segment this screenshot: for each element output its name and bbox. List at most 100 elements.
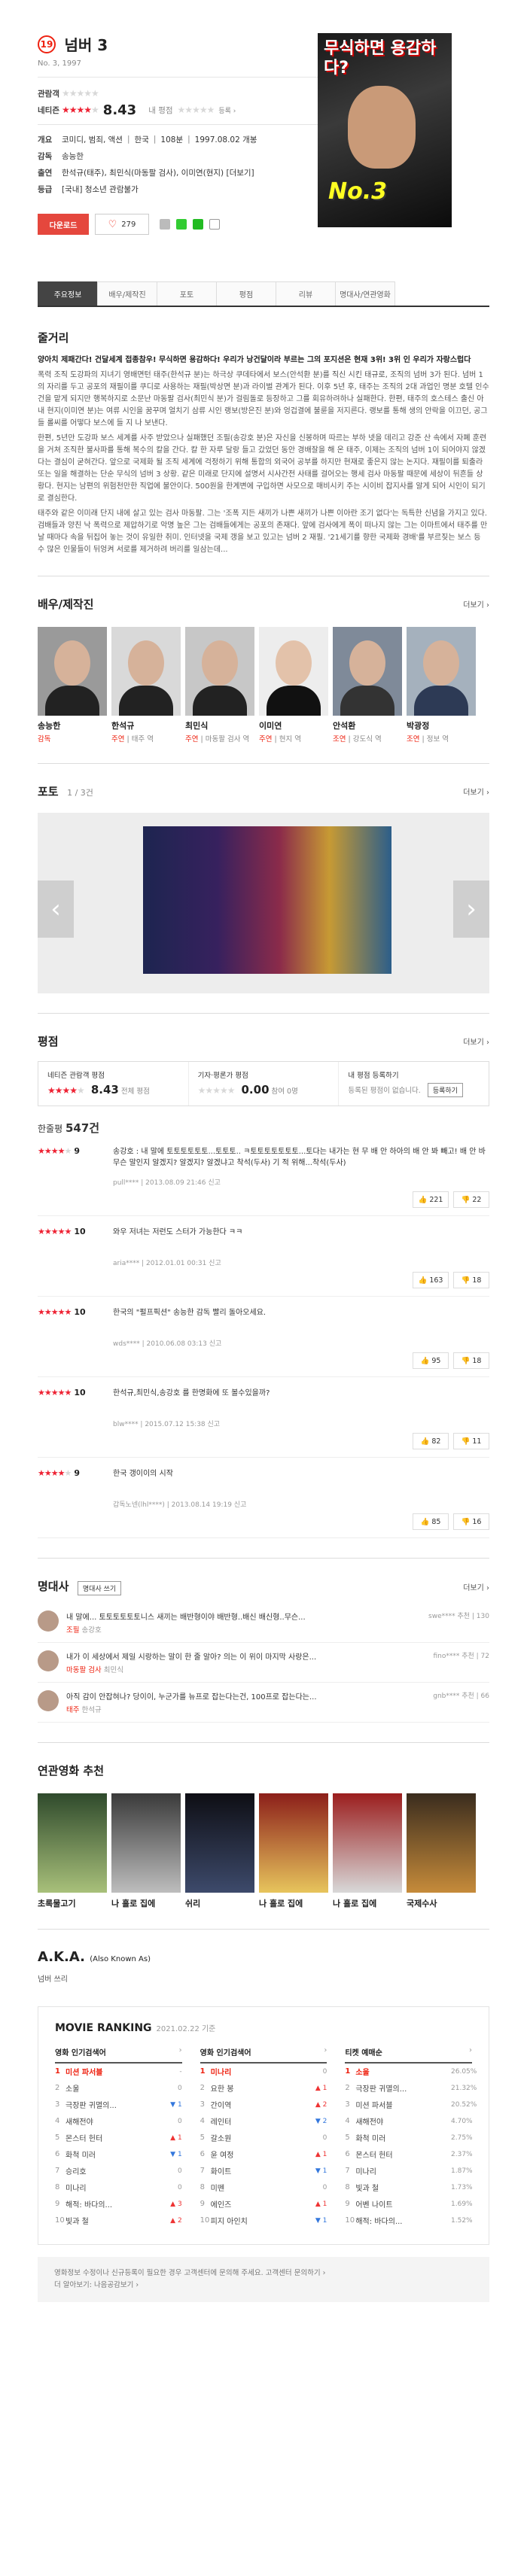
rank-title[interactable]: 화척 미러: [65, 2149, 161, 2160]
quote-actor[interactable]: 한석규: [82, 1706, 102, 1714]
ranking-column-heading[interactable]: 영화 인기검색어 ›: [200, 2046, 327, 2064]
dislike-review-button[interactable]: 👎 18: [453, 1352, 489, 1369]
cast-card[interactable]: 송능한 감독: [38, 627, 107, 744]
ranking-item[interactable]: 3 미션 파서블 20.52%: [345, 2097, 477, 2113]
related-movie-card[interactable]: 나 홀로 집에: [111, 1793, 181, 1909]
rank-title[interactable]: 승리호: [65, 2165, 161, 2176]
related-movie-title[interactable]: 초록물고기: [38, 1897, 107, 1909]
person-name[interactable]: 최민식: [185, 719, 254, 731]
ranking-item[interactable]: 6 윤 여정 ▲ 1: [200, 2146, 327, 2163]
rank-title[interactable]: 갈소원: [211, 2132, 306, 2143]
like-review-button[interactable]: 👍 82: [413, 1433, 449, 1449]
rank-title[interactable]: 윤 여정: [211, 2149, 306, 2160]
rank-title[interactable]: 빛과 철: [355, 2182, 451, 2193]
review-more-link[interactable]: 더보기 ›: [463, 1036, 489, 1047]
ranking-item[interactable]: 6 화척 미러 ▼ 1: [55, 2146, 182, 2163]
related-movie-title[interactable]: 나 홀로 집에: [111, 1897, 181, 1909]
rank-title[interactable]: 미나리: [355, 2165, 451, 2176]
quote-actor[interactable]: 송강호: [82, 1626, 102, 1635]
like-review-button[interactable]: 👍 95: [413, 1352, 449, 1369]
rank-title[interactable]: 어벤 나이트: [355, 2198, 451, 2210]
related-movie-card[interactable]: 나 홀로 집에: [333, 1793, 402, 1909]
chevron-right-icon[interactable]: ›: [469, 2046, 472, 2054]
ranking-item[interactable]: 7 화이트 ▼ 1: [200, 2163, 327, 2179]
ranking-item[interactable]: 4 새해전야 0: [55, 2113, 182, 2130]
related-poster[interactable]: [185, 1793, 254, 1893]
chevron-right-icon[interactable]: ›: [179, 2046, 182, 2054]
rank-title[interactable]: 빛과 철: [65, 2215, 161, 2226]
ranking-item[interactable]: 3 간이역 ▲ 2: [200, 2097, 327, 2113]
tab-rating[interactable]: 평점: [216, 281, 276, 306]
rank-title[interactable]: 미션 파서블: [65, 2066, 161, 2077]
genre[interactable]: 코미디, 범죄, 액션: [62, 134, 123, 145]
rank-title[interactable]: 간이역: [211, 2099, 306, 2110]
rank-title[interactable]: 미나리: [65, 2182, 161, 2193]
tab-quotes[interactable]: 명대사/연관영화: [335, 281, 395, 306]
cast-card[interactable]: 이미연 주연 | 현지 역: [259, 627, 328, 744]
related-movie-title[interactable]: 쉬리: [185, 1897, 254, 1909]
still-photo[interactable]: [143, 826, 391, 974]
my-rating-stars[interactable]: ★★★★★: [178, 105, 215, 115]
ranking-item[interactable]: 8 빛과 철 1.73%: [345, 2179, 472, 2196]
cast-more-link[interactable]: 더보기 ›: [463, 598, 489, 610]
ranking-item[interactable]: 4 새해전야 4.70%: [345, 2113, 472, 2130]
rank-title[interactable]: 피지 아인치: [211, 2215, 306, 2226]
rank-title[interactable]: 미션 파서블: [355, 2099, 451, 2110]
person-name[interactable]: 한석규: [111, 719, 181, 731]
rank-title[interactable]: 레인터: [211, 2115, 306, 2127]
ranking-item[interactable]: 10 빛과 철 ▲ 2: [55, 2213, 182, 2229]
dislike-review-button[interactable]: 👎 22: [453, 1191, 489, 1208]
tab-review[interactable]: 리뷰: [276, 281, 336, 306]
ranking-item[interactable]: 10 해적: 바다의... 1.52%: [345, 2213, 472, 2229]
related-poster[interactable]: [111, 1793, 181, 1893]
rank-title[interactable]: 몬스터 헌터: [65, 2132, 161, 2143]
rank-title[interactable]: 새해전야: [65, 2115, 161, 2127]
ranking-item[interactable]: 3 극장판 귀멸의... ▼ 1: [55, 2097, 182, 2113]
person-name[interactable]: 박광정: [407, 719, 476, 731]
quotes-more-link[interactable]: 더보기 ›: [463, 1581, 489, 1592]
cast-card[interactable]: 한석규 주연 | 태주 역: [111, 627, 181, 744]
rank-title[interactable]: 화척 미러: [355, 2132, 451, 2143]
tab-main-info[interactable]: 주요정보: [38, 281, 98, 306]
person-name[interactable]: 안석환: [333, 719, 402, 731]
ranking-item[interactable]: 6 몬스터 헌터 2.37%: [345, 2146, 472, 2163]
related-movie-card[interactable]: 쉬리: [185, 1793, 254, 1909]
sns-facebook-icon[interactable]: [160, 219, 170, 230]
related-poster[interactable]: [407, 1793, 476, 1893]
quote-text[interactable]: 내 말에... 토토토토토토니스 새끼는 배반형이야 배반형..배신 배신형..…: [66, 1610, 391, 1622]
cast-card[interactable]: 박광정 조연 | 정보 역: [407, 627, 476, 744]
quote-role[interactable]: 태주: [66, 1706, 79, 1714]
person-name[interactable]: 송능한: [38, 719, 107, 731]
ranking-item[interactable]: 9 해적: 바다의... ▲ 3: [55, 2196, 182, 2213]
cast-card[interactable]: 안석환 조연 | 강도식 역: [333, 627, 402, 744]
rank-title[interactable]: 극장판 귀멸의...: [355, 2082, 451, 2094]
ranking-item[interactable]: 5 몬스터 헌터 ▲ 1: [55, 2130, 182, 2146]
ranking-item[interactable]: 7 미나리 1.87%: [345, 2163, 472, 2179]
dislike-review-button[interactable]: 👎 18: [453, 1272, 489, 1288]
related-movie-title[interactable]: 국제수사: [407, 1897, 476, 1909]
related-movie-card[interactable]: 국제수사: [407, 1793, 476, 1909]
tab-cast[interactable]: 배우/제작진: [97, 281, 157, 306]
quote-actor[interactable]: 최민식: [104, 1666, 123, 1674]
quote-text[interactable]: 아직 감이 안잡혀나? 당이이, 누군가를 뉴프로 잡는다는건, 100프로 잡…: [66, 1690, 391, 1702]
rank-title[interactable]: 해적: 바다의...: [65, 2198, 161, 2210]
ranking-item[interactable]: 8 미나리 0: [55, 2179, 182, 2196]
rank-title[interactable]: 소울: [65, 2082, 161, 2094]
related-movie-card[interactable]: 초록물고기: [38, 1793, 107, 1909]
ranking-item[interactable]: 8 미뗀 0: [200, 2179, 327, 2196]
cast-card[interactable]: 최민식 주연 | 마동팔 검사 역: [185, 627, 254, 744]
related-poster[interactable]: [333, 1793, 402, 1893]
rank-title[interactable]: 요한 봉: [211, 2082, 306, 2094]
tab-photo[interactable]: 포토: [157, 281, 217, 306]
rank-title[interactable]: 미나리: [211, 2066, 306, 2077]
like-button[interactable]: ♡ 279: [95, 214, 149, 235]
like-review-button[interactable]: 👍 163: [413, 1272, 449, 1288]
ranking-item[interactable]: 9 어벤 나이트 1.69%: [345, 2196, 472, 2213]
like-review-button[interactable]: 👍 221: [413, 1191, 449, 1208]
related-poster[interactable]: [259, 1793, 328, 1893]
ranking-item[interactable]: 4 레인터 ▼ 2: [200, 2113, 327, 2130]
prev-arrow-icon[interactable]: ‹: [38, 880, 74, 938]
person-name[interactable]: 이미연: [259, 719, 328, 731]
sns-band-icon[interactable]: [193, 219, 203, 230]
chevron-right-icon[interactable]: ›: [324, 2046, 327, 2054]
